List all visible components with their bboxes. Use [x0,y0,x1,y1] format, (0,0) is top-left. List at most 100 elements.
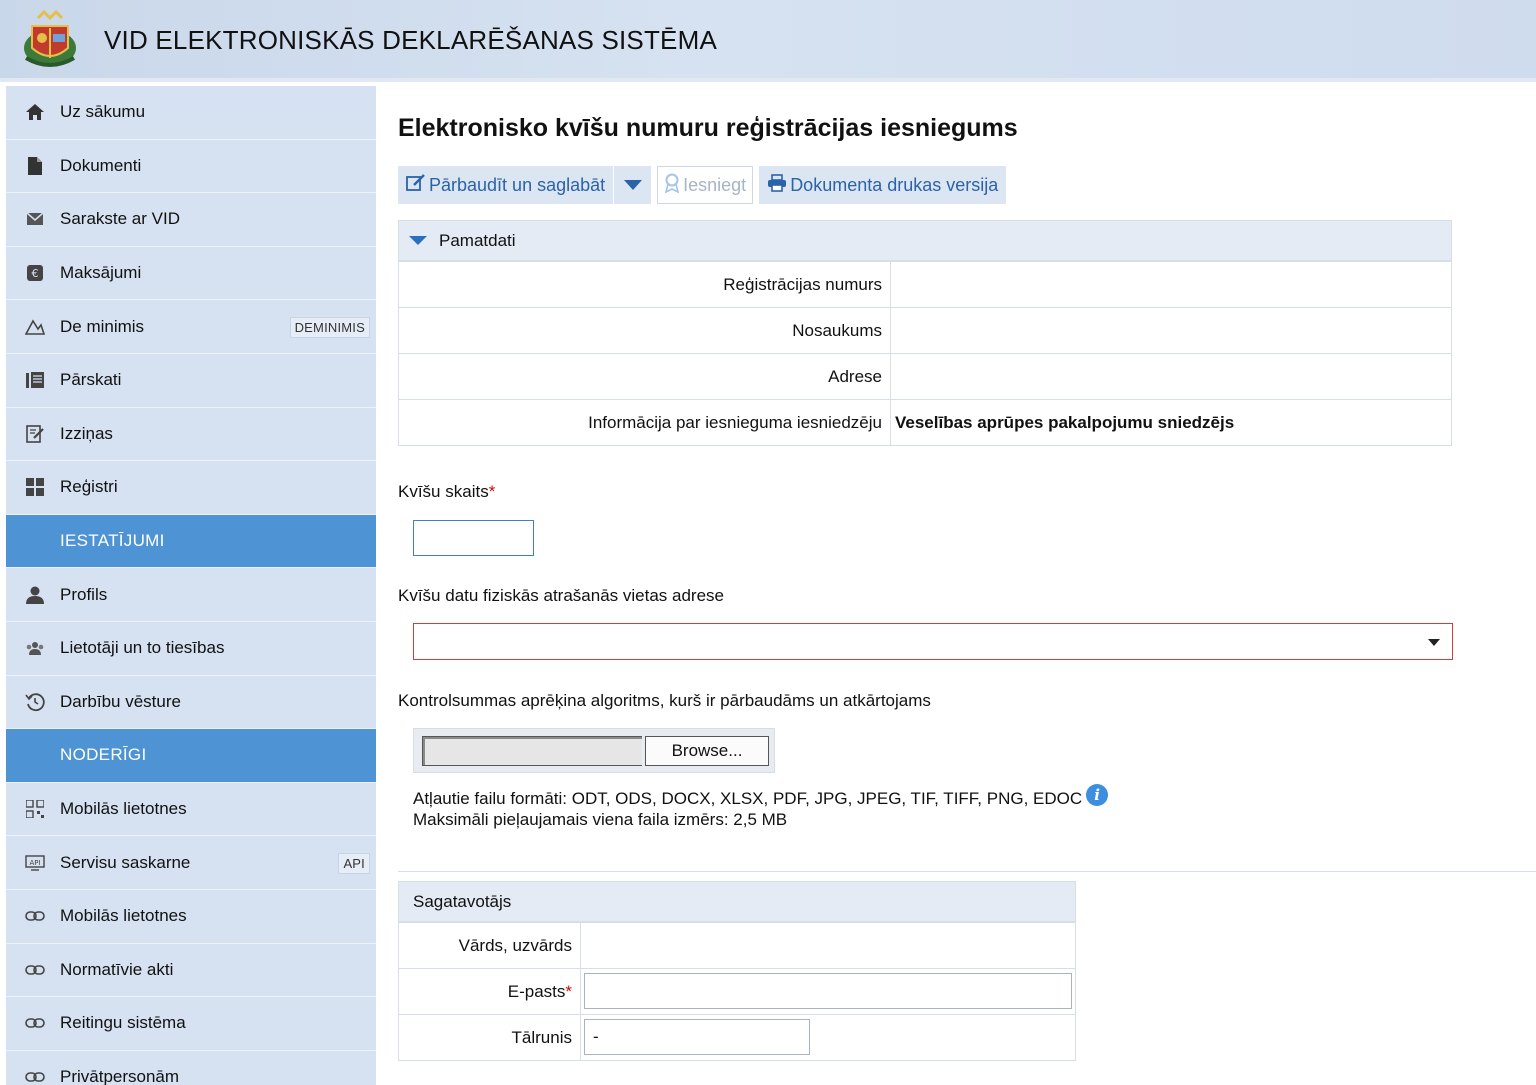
sidebar-item-de-minimis[interactable]: De minimis DEMINIMIS [6,300,376,354]
preparer-name-row: Vārds, uzvārds [399,922,1075,968]
api-icon: API [24,852,46,874]
allowed-formats-text: Atļautie failu formāti: ODT, ODS, DOCX, … [413,789,1083,808]
preparer-email-row: E-pasts * [399,968,1075,1014]
link-icon [24,959,46,981]
printer-icon [767,173,787,197]
email-field[interactable] [584,973,1072,1009]
check-save-label: Pārbaudīt un saglabāt [429,174,606,195]
api-tag: API [338,853,370,875]
sidebar-item-label: Mobilās lietotnes [60,799,187,819]
document-icon [24,155,46,177]
address-value [891,354,1451,399]
registration-number-value [891,262,1451,307]
sidebar-item-service-api[interactable]: API Servisu saskarne API [6,836,376,890]
sidebar-item-mobile-apps-link[interactable]: Mobilās lietotnes [6,890,376,944]
users-icon [24,637,46,659]
name-row: Nosaukums [399,307,1451,353]
name-label: Nosaukums [399,308,891,353]
registration-number-row: Reģistrācijas numurs [399,261,1451,307]
sidebar-item-documents[interactable]: Dokumenti [6,140,376,194]
file-format-info: Atļautie failu formāti: ODT, ODS, DOCX, … [413,784,1109,830]
sidebar-item-label: Mobilās lietotnes [60,906,187,926]
grid-icon [24,476,46,498]
sidebar-item-individuals[interactable]: Privātpersonām [6,1051,376,1085]
chevron-down-icon [623,180,642,190]
toolbar: Pārbaudīt un saglabāt Iesniegt Dokumenta… [398,166,1007,204]
basic-data-heading: Pamatdati [439,230,516,250]
sidebar-item-messages[interactable]: Sarakste ar VID [6,193,376,247]
preparer-heading: Sagatavotājs [399,882,1075,922]
link-icon [24,1012,46,1034]
check-save-button[interactable]: Pārbaudīt un saglabāt [398,166,614,204]
certificate-icon [24,423,46,445]
sidebar: Uz sākumu Dokumenti Sarakste ar VID € Ma… [6,86,376,1085]
registration-number-label: Reģistrācijas numurs [399,262,891,307]
phone-field[interactable]: - [584,1019,810,1055]
preparer-name-label: Vārds, uzvārds [399,923,581,968]
allowed-formats-line: Atļautie failu formāti: ODT, ODS, DOCX, … [413,784,1109,809]
sidebar-item-label: Pārskati [60,370,122,390]
submit-button[interactable]: Iesniegt [657,166,754,204]
receipt-address-label: Kvīšu datu fiziskās atrašanās vietas adr… [398,586,724,605]
mail-icon [24,208,46,230]
sidebar-item-label: Reitingu sistēma [60,1013,186,1033]
history-icon [24,691,46,713]
deminimis-tag: DEMINIMIS [289,317,370,339]
coat-of-arms-logo[interactable] [18,8,82,72]
sidebar-item-users[interactable]: Lietotāji un to tiesības [6,622,376,676]
sidebar-item-label: Izziņas [60,423,113,443]
user-icon [24,584,46,606]
save-options-dropdown-button[interactable] [613,166,652,204]
payment-icon: € [24,262,46,284]
basic-data-header[interactable]: Pamatdati [399,221,1451,261]
preparer-email-cell [581,969,1075,1014]
svg-text:API: API [29,859,40,867]
receipt-address-select[interactable] [413,623,1453,660]
collapse-caret-icon [409,236,427,245]
receipt-count-input[interactable] [413,520,534,556]
info-icon[interactable]: i [1086,784,1109,806]
receipt-count-label: Kvīšu skaits* [398,482,495,502]
receipt-count-label-text: Kvīšu skaits [398,482,489,501]
sidebar-item-rating-system[interactable]: Reitingu sistēma [6,997,376,1051]
sidebar-item-label: Normatīvie akti [60,959,174,979]
submitter-info-label: Informācija par iesnieguma iesniedzēju [399,400,891,445]
sidebar-item-profile[interactable]: Profils [6,568,376,622]
reports-icon [24,369,46,391]
checksum-label: Kontrolsummas aprēķina algoritms, kurš i… [398,691,931,710]
sidebar-item-label: Sarakste ar VID [60,209,180,229]
sidebar-item-registers[interactable]: Reģistri [6,461,376,515]
required-marker: * [488,482,496,501]
system-title: VID ELEKTRONISKĀS DEKLARĒŠANAS SISTĒMA [104,25,718,55]
qr-icon [24,798,46,820]
chevron-down-icon [1428,639,1440,646]
sidebar-item-label: Profils [60,584,108,604]
sidebar-item-history[interactable]: Darbību vēsture [6,676,376,730]
address-label: Adrese [399,354,891,399]
sidebar-item-label: Maksājumi [60,263,142,283]
home-icon [24,101,46,123]
max-size-line: Maksimāli pieļaujamais viena faila izmēr… [413,810,788,829]
page-title: Elektronisko kvīšu numuru reģistrācijas … [398,114,1018,142]
sidebar-item-label: Reģistri [60,477,118,497]
sidebar-item-mobile-apps-qr[interactable]: Mobilās lietotnes [6,783,376,837]
file-path-field[interactable] [422,736,642,766]
svg-text:€: € [32,267,39,280]
required-marker: * [565,981,572,1001]
preparer-panel: Sagatavotājs Vārds, uzvārds E-pasts * Tāl… [398,881,1076,1061]
browse-button[interactable]: Browse... [645,736,769,766]
print-version-label: Dokumenta drukas versija [790,174,999,195]
sidebar-item-label: Darbību vēsture [60,691,181,711]
link-icon [24,905,46,927]
sidebar-item-certificates[interactable]: Izziņas [6,408,376,462]
sidebar-item-legal-acts[interactable]: Normatīvie akti [6,944,376,998]
preparer-email-label: E-pasts * [399,969,581,1014]
preparer-phone-label: Tālrunis [399,1015,581,1060]
submitter-info-value: Veselības aprūpes pakalpojumu sniedzējs [895,412,1235,432]
sidebar-item-home[interactable]: Uz sākumu [6,86,376,140]
print-version-button[interactable]: Dokumenta drukas versija [759,166,1007,204]
preparer-phone-cell: - [581,1015,1075,1060]
sidebar-item-payments[interactable]: € Maksājumi [6,247,376,301]
sidebar-item-reports[interactable]: Pārskati [6,354,376,408]
sidebar-item-label: Uz sākumu [60,102,146,122]
